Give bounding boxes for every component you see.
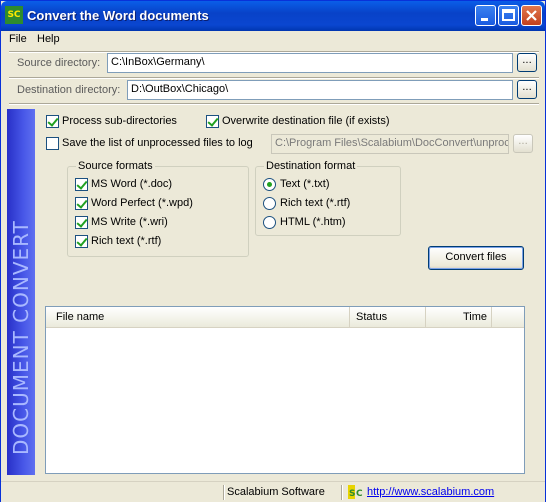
format-txt-label: Text (*.txt) <box>280 178 330 190</box>
overwrite-destination-checkbox[interactable] <box>206 115 219 128</box>
overwrite-destination-label: Overwrite destination file (if exists) <box>222 115 390 127</box>
minimize-icon <box>481 18 488 21</box>
maximize-button[interactable] <box>498 5 519 26</box>
format-wri-label: MS Write (*.wri) <box>91 216 168 228</box>
menu-bar: File Help <box>1 31 545 49</box>
status-separator <box>223 485 225 500</box>
svg-text:C: C <box>356 489 363 499</box>
log-browse-button[interactable]: ... <box>513 134 533 153</box>
close-icon <box>526 10 537 21</box>
source-directory-label: Source directory: <box>17 57 101 69</box>
sidebar-banner-text: DOCUMENT CONVERT <box>9 220 33 455</box>
format-htm-label: HTML (*.htm) <box>280 216 346 228</box>
menu-help[interactable]: Help <box>37 33 60 45</box>
convert-files-button[interactable]: Convert files <box>428 246 524 270</box>
menu-file[interactable]: File <box>9 33 27 45</box>
format-wri-checkbox[interactable] <box>75 216 88 229</box>
format-htm-radio[interactable] <box>263 216 276 229</box>
svg-text:S: S <box>349 489 355 499</box>
status-separator <box>341 485 343 500</box>
column-file-name[interactable]: File name <box>50 307 350 327</box>
destination-format-title: Destination format <box>264 160 358 172</box>
status-bar: Scalabium Software SC http://www.scalabi… <box>1 481 545 502</box>
company-name: Scalabium Software <box>227 486 325 498</box>
format-wpd-checkbox[interactable] <box>75 197 88 210</box>
source-browse-button[interactable]: ... <box>517 53 537 72</box>
website-link[interactable]: http://www.scalabium.com <box>367 486 494 498</box>
format-wpd-label: Word Perfect (*.wpd) <box>91 197 193 209</box>
format-rtf-label: Rich text (*.rtf) <box>91 235 162 247</box>
source-directory-input[interactable]: C:\InBox\Germany\ <box>107 53 513 73</box>
destination-directory-label: Destination directory: <box>17 84 121 96</box>
scalabium-logo-icon: SC <box>348 485 364 499</box>
window-title: Convert the Word documents <box>27 8 209 23</box>
app-window: SC Convert the Word documents File Help … <box>0 0 546 502</box>
process-subdirectories-checkbox[interactable] <box>46 115 59 128</box>
maximize-icon <box>502 9 515 21</box>
file-list-header: File name Status Time <box>46 307 524 328</box>
save-log-checkbox[interactable] <box>46 137 59 150</box>
destination-browse-button[interactable]: ... <box>517 80 537 99</box>
format-rtf-out-label: Rich text (*.rtf) <box>280 197 351 209</box>
format-doc-checkbox[interactable] <box>75 178 88 191</box>
divider <box>9 103 539 105</box>
file-list[interactable]: File name Status Time <box>45 306 525 474</box>
minimize-button[interactable] <box>475 5 496 26</box>
close-button[interactable] <box>521 5 542 26</box>
column-time[interactable]: Time <box>426 307 492 327</box>
destination-directory-input[interactable]: D:\OutBox\Chicago\ <box>127 80 513 100</box>
sidebar-banner: DOCUMENT CONVERT <box>7 109 35 475</box>
divider <box>9 77 539 79</box>
process-subdirectories-label: Process sub-directories <box>62 115 177 127</box>
format-rtf-checkbox[interactable] <box>75 235 88 248</box>
format-doc-label: MS Word (*.doc) <box>91 178 173 190</box>
log-path-input[interactable]: C:\Program Files\Scalabium\DocConvert\un… <box>271 134 509 154</box>
format-rtf-radio[interactable] <box>263 197 276 210</box>
save-log-label: Save the list of unprocessed files to lo… <box>62 137 253 149</box>
source-formats-title: Source formats <box>76 160 155 172</box>
format-txt-radio[interactable] <box>263 178 276 191</box>
title-bar[interactable]: SC Convert the Word documents <box>1 1 545 31</box>
column-status[interactable]: Status <box>350 307 426 327</box>
app-logo-icon: SC <box>5 6 23 24</box>
